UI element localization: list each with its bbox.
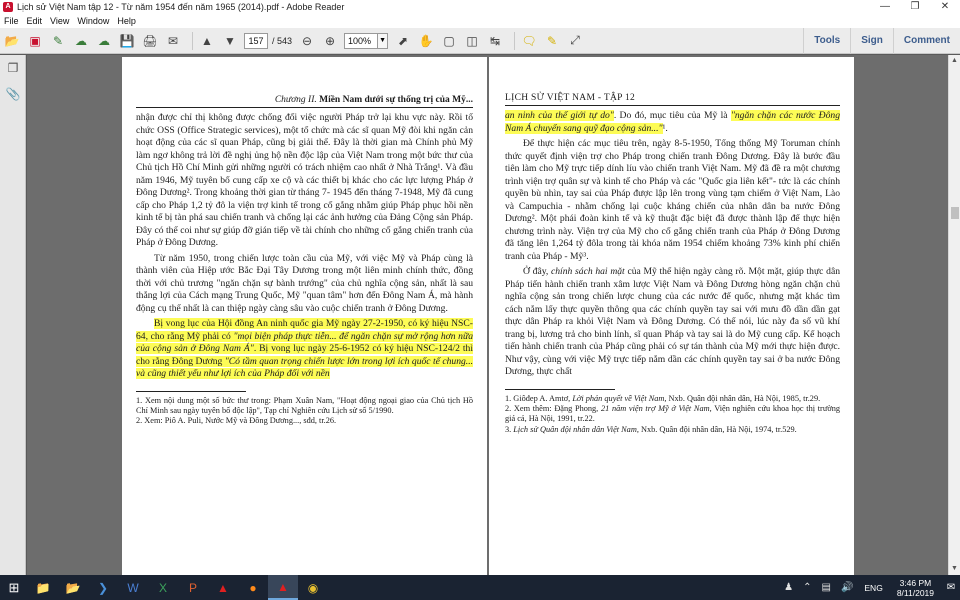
- page-number-input[interactable]: 157: [244, 32, 268, 49]
- word-icon[interactable]: W: [118, 575, 148, 600]
- prev-page-icon[interactable]: ▲: [198, 32, 216, 50]
- page-thumbnails-icon[interactable]: ❐: [4, 61, 22, 79]
- window-title: Lịch sử Việt Nam tập 12 - Từ năm 1954 đế…: [17, 2, 345, 12]
- save-icon[interactable]: 💾: [118, 32, 136, 50]
- chevron-down-icon[interactable]: ▼: [378, 32, 389, 49]
- taskbar: ⊞ 📁 📂 ❯ W X P ▲ ● ▲ ◉ ♟ ⌃ ▤ 🔊 ENG 3:46 P…: [0, 575, 960, 600]
- open-icon[interactable]: 📂: [3, 32, 21, 50]
- comment-icon[interactable]: 🗨: [520, 32, 538, 50]
- navigation-pane: ❐ 📎: [0, 55, 26, 575]
- notification-icon[interactable]: ✉: [942, 582, 960, 593]
- menu-window[interactable]: Window: [77, 16, 109, 26]
- paragraph: Để thực hiện các mục tiêu trên, ngày 8-5…: [505, 138, 840, 262]
- close-icon[interactable]: ✕: [930, 0, 960, 14]
- vertical-scrollbar[interactable]: ▲ ▼: [948, 55, 960, 575]
- highlighted-paragraph: an ninh của thế giới tự do". Do đó, mục …: [505, 110, 840, 134]
- cloud-icon[interactable]: ☁: [95, 32, 113, 50]
- footnote: 2. Xem: Piô A. Puli, Nước Mỹ và Đông Dươ…: [136, 416, 337, 426]
- paragraph: Từ năm 1950, trong chiến lược toàn cầu c…: [136, 252, 473, 314]
- explorer-window-icon[interactable]: 📂: [58, 575, 88, 600]
- upload-icon[interactable]: ☁: [72, 32, 90, 50]
- footnote-divider: [136, 390, 246, 392]
- sign-button[interactable]: Sign: [850, 27, 893, 54]
- scroll-down-icon[interactable]: ▼: [949, 563, 960, 575]
- clock[interactable]: 3:46 PM 8/11/2019: [897, 578, 934, 598]
- next-page-icon[interactable]: ▼: [221, 32, 239, 50]
- zoom-select[interactable]: 100%: [344, 32, 379, 49]
- toolbar: 📂 ▣ ✎ ☁ ☁ 💾 🖨 ✉ ▲ ▼ 157 / 543 ⊖ ⊕ 100% ▼…: [0, 27, 960, 54]
- highlighted-paragraph: Bị vong lục của Hội đồng An ninh quốc gi…: [136, 318, 474, 379]
- hand-tool-icon[interactable]: ✋: [417, 32, 435, 50]
- create-pdf-icon[interactable]: ▣: [26, 32, 44, 50]
- read-mode-icon[interactable]: ↹: [486, 32, 504, 50]
- people-icon[interactable]: ♟: [784, 582, 793, 593]
- title-bar: A Lịch sử Việt Nam tập 12 - Từ năm 1954 …: [0, 0, 960, 14]
- paragraph: nhận được chỉ thị không được chống đối v…: [136, 112, 473, 248]
- highlight-icon[interactable]: ✎: [543, 32, 561, 50]
- footnote: 1. Xem nội dung một số bức thư trong: Ph…: [136, 395, 473, 415]
- running-head: Chương II. Miền Nam dưới sự thống trị củ…: [136, 95, 473, 108]
- language-indicator[interactable]: ENG: [864, 583, 882, 593]
- expand-icon[interactable]: ⤢: [566, 32, 584, 50]
- pdf-page-left: Chương II. Miền Nam dưới sự thống trị củ…: [122, 57, 487, 575]
- document-view[interactable]: Chương II. Miền Nam dưới sự thống trị củ…: [27, 55, 948, 575]
- show-hidden-icon[interactable]: ⌃: [803, 582, 811, 593]
- zoom-out-icon[interactable]: ⊖: [298, 32, 316, 50]
- zoom-in-icon[interactable]: ⊕: [321, 32, 339, 50]
- scroll-up-icon[interactable]: ▲: [949, 55, 960, 67]
- windows-start-icon[interactable]: ⊞: [0, 575, 28, 600]
- comment-button[interactable]: Comment: [892, 27, 960, 54]
- powerpoint-icon[interactable]: P: [178, 575, 208, 600]
- footnote: 1. Giôđep A. Amtơ, Lời phán quyết về Việ…: [505, 393, 821, 403]
- toolbar-separator: [192, 31, 193, 50]
- menu-help[interactable]: Help: [117, 16, 136, 26]
- toolbar-separator: [514, 31, 516, 50]
- tools-button[interactable]: Tools: [803, 27, 850, 54]
- menu-view[interactable]: View: [50, 16, 69, 26]
- chrome-icon[interactable]: ◉: [298, 575, 328, 600]
- acrobat-icon[interactable]: ▲: [208, 575, 238, 600]
- attachments-icon[interactable]: 📎: [4, 87, 22, 105]
- adobe-reader-icon[interactable]: ▲: [268, 575, 298, 600]
- restore-icon[interactable]: ❐: [900, 0, 930, 14]
- print-icon[interactable]: 🖨: [141, 32, 159, 50]
- volume-icon[interactable]: 🔊: [841, 582, 853, 593]
- footnote: 2. Xem thêm: Đặng Phong, 21 năm viện trợ…: [505, 403, 840, 424]
- network-icon[interactable]: ▤: [821, 582, 830, 593]
- select-tool-icon[interactable]: ⬈: [394, 32, 412, 50]
- edit-pdf-icon[interactable]: ✎: [49, 32, 67, 50]
- excel-icon[interactable]: X: [148, 575, 178, 600]
- pdf-page-right: LỊCH SỬ VIỆT NAM - TẬP 12 an ninh của th…: [489, 57, 854, 575]
- footnote: 3. Lịch sử Quân đội nhân dân Việt Nam, N…: [505, 424, 797, 434]
- menu-file[interactable]: File: [4, 16, 19, 26]
- running-head: LỊCH SỬ VIỆT NAM - TẬP 12: [505, 93, 840, 106]
- powershell-icon[interactable]: ❯: [88, 575, 118, 600]
- scroll-thumb[interactable]: [951, 207, 959, 219]
- page-total: / 543: [272, 35, 293, 46]
- paragraph: Ở đây, chính sách hai mặt của Mỹ thể hiệ…: [505, 266, 840, 377]
- fit-page-icon[interactable]: ▢: [440, 32, 458, 50]
- minimize-icon[interactable]: —: [870, 0, 900, 14]
- menu-bar: File Edit View Window Help: [0, 14, 960, 28]
- file-explorer-icon[interactable]: 📁: [28, 575, 58, 600]
- pdf-icon: A: [3, 2, 13, 12]
- system-tray: ♟ ⌃ ▤ 🔊 ENG 3:46 PM 8/11/2019 ✉: [779, 575, 960, 600]
- footnote-divider: [505, 388, 615, 390]
- email-icon[interactable]: ✉: [164, 32, 182, 50]
- firefox-icon[interactable]: ●: [238, 575, 268, 600]
- fit-width-icon[interactable]: ◫: [463, 32, 481, 50]
- menu-edit[interactable]: Edit: [27, 16, 43, 26]
